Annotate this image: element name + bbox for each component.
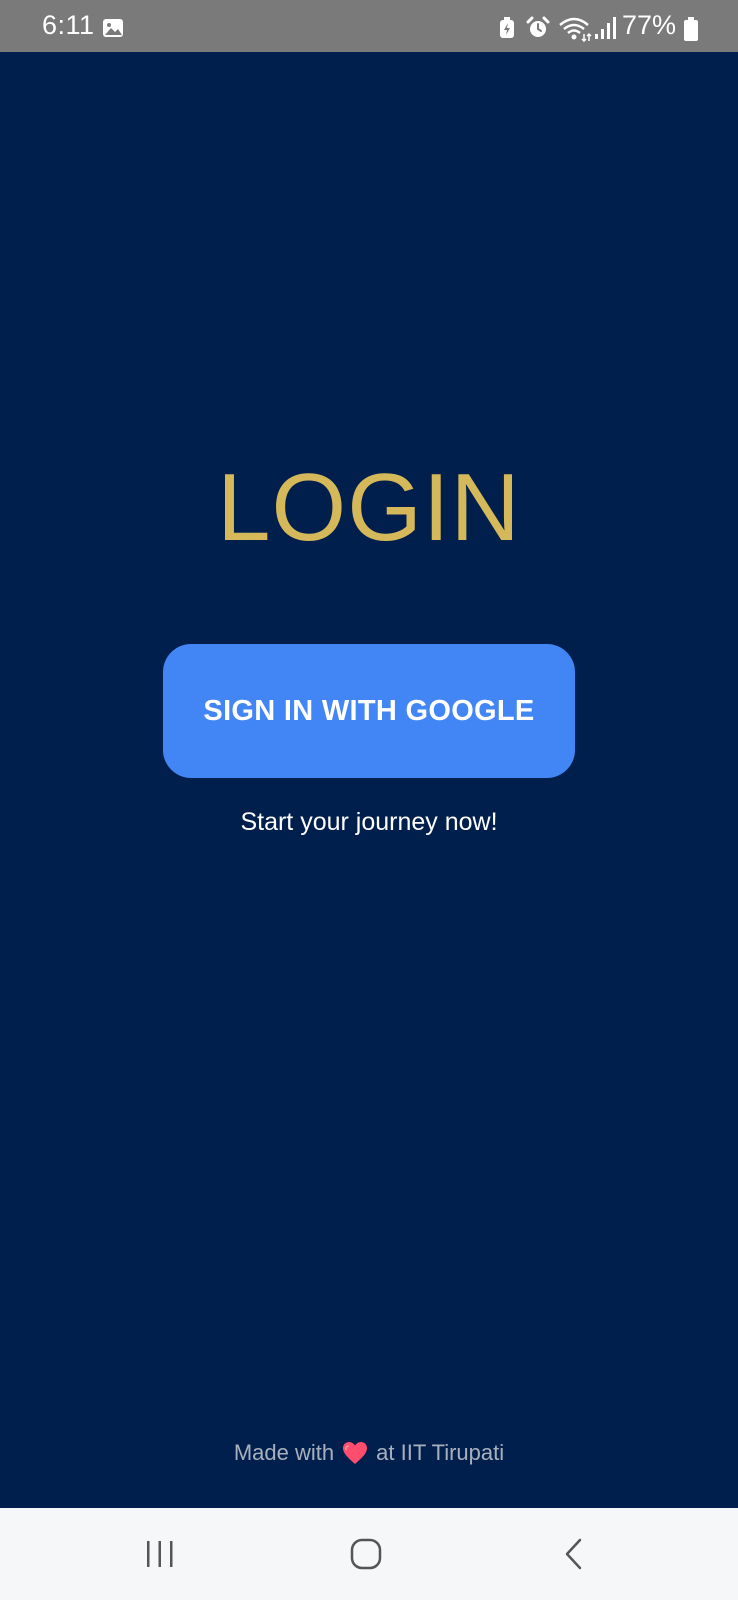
navigation-bar <box>0 1508 738 1600</box>
recent-apps-icon <box>147 1541 173 1567</box>
footer: Made with at IIT Tirupati <box>0 1440 738 1466</box>
tagline: Start your journey now! <box>240 808 498 836</box>
status-time: 6:11 <box>42 10 95 40</box>
signal-icon <box>595 17 616 39</box>
gallery-icon <box>103 19 123 37</box>
page-title: LOGIN <box>217 454 521 561</box>
back-button[interactable] <box>543 1526 603 1582</box>
heart-icon <box>343 1442 368 1464</box>
alarm-icon <box>526 16 550 37</box>
battery-saver-icon <box>500 17 514 38</box>
google-button-label: SIGN IN WITH GOOGLE <box>203 694 535 727</box>
sign-in-with-google-button[interactable]: SIGN IN WITH GOOGLE <box>163 644 575 778</box>
wifi-icon <box>559 17 592 42</box>
battery-icon <box>684 17 698 41</box>
login-screen: 6:11 77% LOGIN SIGN IN WITH GOOGLE Start… <box>0 0 738 1600</box>
footer-suffix: at IIT Tirupati <box>376 1440 505 1465</box>
home-button[interactable] <box>336 1526 396 1582</box>
battery-percentage: 77% <box>622 10 677 40</box>
home-icon <box>350 1538 382 1570</box>
status-bar: 6:11 77% <box>0 0 738 52</box>
recent-apps-button[interactable] <box>130 1526 190 1582</box>
back-icon <box>565 1538 582 1570</box>
footer-prefix: Made with <box>233 1440 335 1465</box>
